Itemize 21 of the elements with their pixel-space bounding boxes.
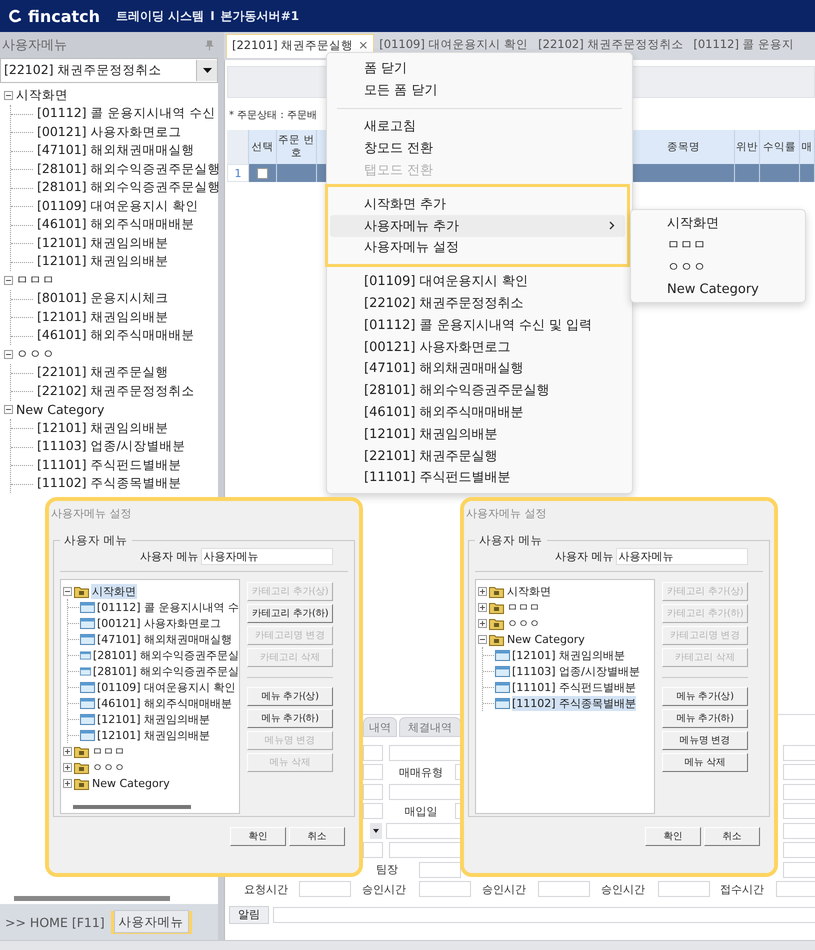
status-note: * 주문상태 : 주문배 (229, 109, 318, 122)
field-label: 승인시간 (481, 882, 527, 897)
title-divider: I (210, 9, 215, 23)
panel-title: 사용자메뉴 (2, 37, 67, 54)
field-label: 요청시간 (243, 882, 289, 897)
server-name: 본가동서버#1 (220, 8, 300, 24)
group-title: 사용자 메뉴 (478, 533, 544, 548)
field-label: 매입일 (404, 804, 438, 819)
field-label: 팀장 (375, 862, 399, 878)
dialog-title: 사용자메뉴 설정 (465, 506, 548, 522)
field-label: 승인시간 (600, 882, 646, 897)
field-label: 승인시간 (361, 882, 407, 897)
app-title: 트레이딩 시스템 (116, 8, 204, 24)
field-label: 접수시간 (719, 882, 765, 897)
field-label: 사용자 메뉴 (555, 549, 614, 564)
field-label: 사용자 메뉴 (140, 549, 198, 564)
row-number: 1 (227, 164, 249, 182)
dialog-title: 사용자메뉴 설정 (50, 506, 132, 522)
group-title: 사용자 메뉴 (63, 533, 129, 548)
field-label: 매매유형 (398, 764, 444, 780)
brand-name: fincatch (28, 6, 100, 26)
